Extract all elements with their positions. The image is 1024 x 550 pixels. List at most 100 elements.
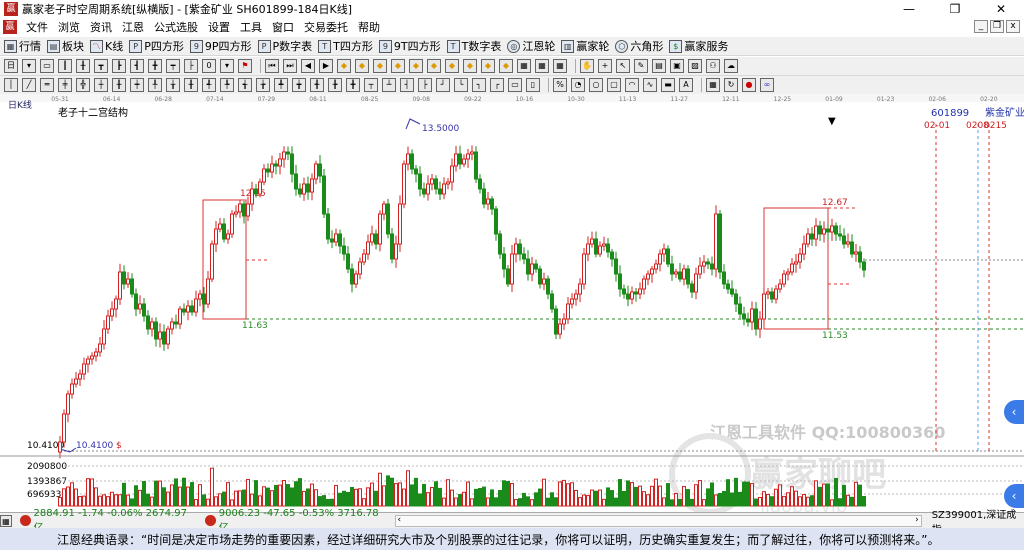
line-icon-7[interactable]: ╫	[112, 78, 126, 92]
grid-icon-c[interactable]: ▦	[553, 59, 567, 73]
crosshair-icon[interactable]: +	[598, 59, 612, 73]
toolbar-t-square-button[interactable]: T T四方形	[318, 38, 373, 54]
line-icon-12[interactable]: ╃	[202, 78, 216, 92]
line-icon-3[interactable]: ═	[40, 78, 54, 92]
line-icon-25[interactable]: ┘	[436, 78, 450, 92]
cloud-icon[interactable]: ☁	[724, 59, 738, 73]
line-icon-4[interactable]: ╪	[58, 78, 72, 92]
line-icon-9[interactable]: ╀	[148, 78, 162, 92]
text-icon[interactable]: A	[679, 78, 693, 92]
mdi-close-button[interactable]: x	[1006, 20, 1020, 33]
line-icon-29[interactable]: ▭	[508, 78, 522, 92]
photo-icon[interactable]: ▨	[688, 59, 702, 73]
arrow-icon[interactable]: ↖	[616, 59, 630, 73]
period-selector[interactable]: 日	[4, 59, 18, 73]
line-icon-27[interactable]: ┐	[472, 78, 486, 92]
circle-icon[interactable]: ○	[589, 78, 603, 92]
menu-info[interactable]: 资讯	[85, 19, 117, 35]
ruler-icon[interactable]: ▬	[661, 78, 675, 92]
toolbar-9p-square-button[interactable]: 9 9P四方形	[189, 38, 252, 54]
right-icon[interactable]: ▶	[319, 59, 333, 73]
kbar5-icon[interactable]: ┫	[130, 59, 144, 73]
line-icon-16[interactable]: ╇	[274, 78, 288, 92]
minimize-button[interactable]: —	[886, 0, 932, 18]
kbar8-icon[interactable]: ├	[184, 59, 198, 73]
dropdown-arrow-icon-2[interactable]: ▾	[220, 59, 234, 73]
diamond-icon-8[interactable]: ◆	[463, 59, 477, 73]
line-icon-2[interactable]: ╱	[22, 78, 36, 92]
color-icon[interactable]: ●	[742, 78, 756, 92]
expand-panel-button[interactable]: ‹	[1004, 400, 1024, 424]
line-icon-23[interactable]: ┤	[400, 78, 414, 92]
line-icon-6[interactable]: ┼	[94, 78, 108, 92]
kbar6-icon[interactable]: ╋	[148, 59, 162, 73]
refresh-icon[interactable]: ↻	[724, 78, 738, 92]
layout-icon[interactable]: ▭	[40, 59, 54, 73]
calc-icon[interactable]: ▣	[670, 59, 684, 73]
wave-icon[interactable]: ∿	[643, 78, 657, 92]
line-icon-14[interactable]: ╅	[238, 78, 252, 92]
close-button[interactable]: ✕	[978, 0, 1024, 18]
table-icon[interactable]: ▦	[706, 78, 720, 92]
menu-tools[interactable]: 工具	[235, 19, 267, 35]
toolbar-kline-button[interactable]: 〽 K线	[90, 38, 123, 54]
menu-gann[interactable]: 江恩	[117, 19, 149, 35]
diamond-icon-4[interactable]: ◆	[391, 59, 405, 73]
toolbar-board-button[interactable]: ▤ 板块	[47, 38, 84, 54]
kbar7-icon[interactable]: ┯	[166, 59, 180, 73]
pen-icon[interactable]: ✎	[634, 59, 648, 73]
menu-formula[interactable]: 公式选股	[149, 19, 203, 35]
left-icon[interactable]: ◀	[301, 59, 315, 73]
line-icon-15[interactable]: ╆	[256, 78, 270, 92]
line-icon-21[interactable]: ┬	[364, 78, 378, 92]
grid-icon-b[interactable]: ▦	[535, 59, 549, 73]
counter-icon[interactable]: 0	[202, 59, 216, 73]
diamond-icon-9[interactable]: ◆	[481, 59, 495, 73]
line-icon-13[interactable]: ╄	[220, 78, 234, 92]
diamond-icon-7[interactable]: ◆	[445, 59, 459, 73]
status-grid-icon[interactable]: ▦	[0, 514, 12, 527]
toolbar-p-square-button[interactable]: P P四方形	[129, 38, 184, 54]
line-icon-26[interactable]: └	[454, 78, 468, 92]
toolbar-t-table-button[interactable]: T T数字表	[446, 38, 501, 54]
kline-chart[interactable]: 05-31 06-14 06-28 07-14 07-29 08-11 08-25 09-08…	[0, 94, 1024, 517]
line-icon-28[interactable]: ┌	[490, 78, 504, 92]
kbar-icon[interactable]: ┃	[58, 59, 72, 73]
toolbar-hexagon-button[interactable]: ⬡ 六角形	[615, 38, 663, 54]
mdi-minimize-button[interactable]: _	[974, 20, 988, 33]
line-icon-20[interactable]: ╋	[346, 78, 360, 92]
toolbar-service-button[interactable]: $ 赢家服务	[669, 38, 728, 54]
line-icon-24[interactable]: ├	[418, 78, 432, 92]
scroll-right-icon[interactable]: ›	[915, 515, 919, 525]
diamond-icon-3[interactable]: ◆	[373, 59, 387, 73]
diamond-icon-10[interactable]: ◆	[499, 59, 513, 73]
status-scrollbar[interactable]: ‹ ›	[394, 514, 922, 527]
diamond-icon-6[interactable]: ◆	[427, 59, 441, 73]
toolbar-9t-square-button[interactable]: 9 9T四方形	[378, 38, 441, 54]
toolbar-gann-wheel-button[interactable]: ◎ 江恩轮	[507, 38, 555, 54]
first-icon[interactable]: ⏮	[265, 59, 279, 73]
line-icon-8[interactable]: ┿	[130, 78, 144, 92]
grid-icon-a[interactable]: ▦	[517, 59, 531, 73]
diamond-icon-1[interactable]: ◆	[337, 59, 351, 73]
menu-trade[interactable]: 交易委托	[299, 19, 353, 35]
mdi-restore-button[interactable]: ❐	[990, 20, 1004, 33]
box-icon[interactable]: ▢	[607, 78, 621, 92]
line-icon-18[interactable]: ╉	[310, 78, 324, 92]
calendar-icon[interactable]: ▤	[652, 59, 666, 73]
percent-icon[interactable]: %	[553, 78, 567, 92]
menu-file[interactable]: 文件	[21, 19, 53, 35]
kbar3-icon[interactable]: ┳	[94, 59, 108, 73]
line-icon-10[interactable]: ╁	[166, 78, 180, 92]
line-icon-22[interactable]: ┴	[382, 78, 396, 92]
toolbar-winner-wheel-button[interactable]: ▥ 赢家轮	[561, 38, 609, 54]
kbar4-icon[interactable]: ┣	[112, 59, 126, 73]
expand-panel-button-2[interactable]: ‹	[1004, 484, 1024, 508]
restore-button[interactable]: ❐	[932, 0, 978, 18]
arc-icon[interactable]: ◠	[625, 78, 639, 92]
infinity-icon[interactable]: ∞	[760, 78, 774, 92]
link-icon[interactable]: ⚇	[706, 59, 720, 73]
diamond-icon-5[interactable]: ◆	[409, 59, 423, 73]
menu-help[interactable]: 帮助	[353, 19, 385, 35]
toolbar-p-table-button[interactable]: P P数字表	[257, 38, 312, 54]
